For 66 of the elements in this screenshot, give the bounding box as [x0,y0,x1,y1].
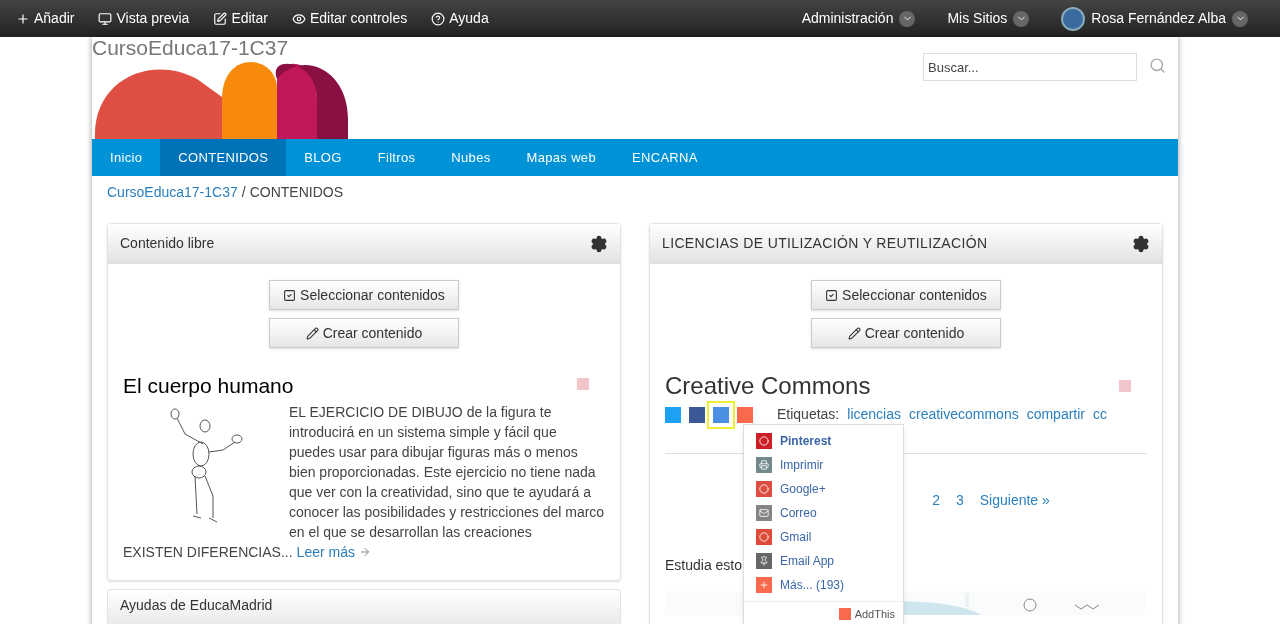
page-link[interactable]: Siguiente » [979,490,1050,511]
site-title: CursoEduca17-1C37 [92,37,290,59]
toolbar-menu[interactable]: Mis Sitios [947,8,1030,29]
caret-icon [899,10,916,27]
checkbox-icon [283,288,297,302]
nav-tab[interactable]: Mapas web [508,139,614,176]
settings-icon[interactable] [1132,234,1150,253]
panel-button[interactable]: Seleccionar contenidos [811,280,1001,310]
tag-link[interactable]: cc [1093,404,1108,425]
help-icon [431,11,446,26]
share-menu-item[interactable]: Gmail [744,525,903,549]
nav-tab[interactable]: CONTENIDOS [160,139,287,176]
tags-label: Etiquetas: [777,405,840,424]
brand-label: AddThis [854,607,895,622]
avatar [1061,6,1086,31]
toolbar-link[interactable]: Editar controles [291,8,408,29]
share-menu-item[interactable]: Correo [744,501,903,525]
panel-button[interactable]: Crear contenido [811,318,1001,348]
article-text: EXISTEN DIFERENCIAS... [123,542,293,562]
panel-title: Ayudas de EducaMadrid [120,597,273,613]
arrow-icon [358,546,371,558]
toolbar-menu[interactable]: Rosa Fernández Alba [1061,6,1248,31]
toolbar-link[interactable]: Vista previa [98,8,190,29]
tag-link[interactable]: creativecommons [908,404,1019,425]
share-menu-item[interactable]: Imprimir [744,453,903,477]
nav-tab[interactable]: ENCARNA [613,139,716,176]
page-link[interactable]: 3 [955,490,964,511]
toolbar-link[interactable]: Ayuda [431,8,489,29]
monitor-icon [98,11,113,26]
breadcrumb-link[interactable]: CursoEduca17-1C37 [107,181,238,203]
plus-icon [16,11,30,26]
body-text: Estudia esto [665,556,743,575]
search-icon[interactable] [1149,57,1166,74]
pencil-icon [847,326,861,340]
share-menu-item[interactable]: Pinterest [744,429,903,453]
nav-tab[interactable]: BLOG [286,139,360,176]
nav-tab[interactable]: Nubes [433,139,509,176]
panel-title: Contenido libre [120,234,215,253]
search-field[interactable]: Buscar... [923,53,1137,81]
article-text: EL EJERCICIO DE DIBUJO de la figura te introducirá en un sistema simple y fácil que puedes usar para dibujar figuras más o menos bien proporcionadas. Este ejercicio no tiene nada que ver con la creatividad, sino que te ayudará a conocer las posibilidades y restricciones del marco en el que se desarrollan las creaciones [289,402,605,542]
article-title: El cuerpo humano [123,373,294,399]
share-menu-item[interactable]: Email App [744,549,903,573]
checkbox-icon [825,288,839,302]
tag-link[interactable]: licencias [847,404,901,425]
panel-button[interactable]: Crear contenido [269,318,459,348]
share-menu-item[interactable]: Más... (193) [744,573,903,597]
pencil-icon [305,326,319,340]
toolbar-link[interactable]: Editar [213,8,268,29]
breadcrumb-separator: / [241,182,246,202]
page-link[interactable]: 2 [932,490,940,511]
share-menu-item[interactable]: Google+ [744,477,903,501]
caret-icon [1013,10,1030,27]
nav-tab[interactable]: Filtros [359,139,434,176]
panel-title: LICENCIAS DE UTILIZACIÓN Y REUTILIZACIÓN [662,234,988,253]
panel-button[interactable]: Seleccionar contenidos [269,280,459,310]
tag-link[interactable]: compartir [1026,404,1086,425]
eye-icon [291,11,306,26]
nav-tab[interactable]: Inicio [92,139,161,176]
article-title: Creative Commons [665,371,871,401]
toolbar-link[interactable]: Añadir [16,8,75,29]
toolbar-menu[interactable]: Administración [801,8,916,29]
caret-icon [1232,10,1248,27]
breadcrumb-current: CONTENIDOS [249,182,343,202]
settings-icon[interactable] [590,234,608,253]
edit-icon [213,11,228,26]
read-more-link[interactable]: Leer más [296,541,355,563]
